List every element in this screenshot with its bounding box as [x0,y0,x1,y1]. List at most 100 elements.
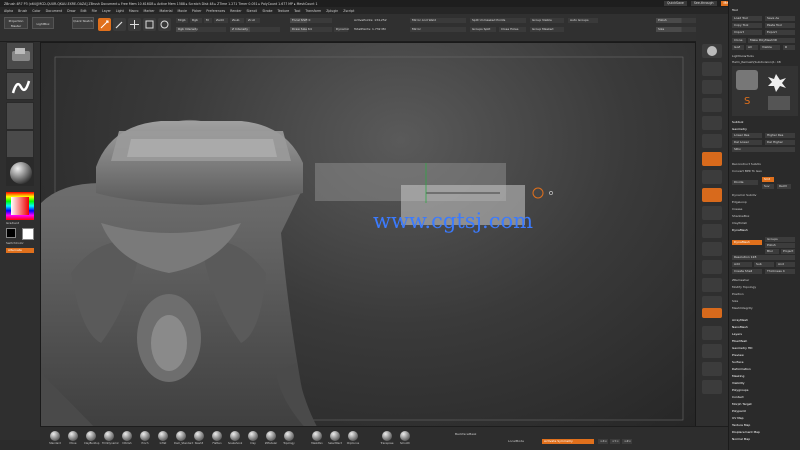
menu-texture[interactable]: Texture [277,9,289,13]
zremesher-section[interactable]: ZRemesher [732,278,798,283]
export-button[interactable]: Export [765,30,795,35]
primary-color-swatch[interactable] [22,228,34,240]
lower-res-button[interactable]: Lower Res [732,133,762,138]
alpha-selector[interactable] [6,102,34,130]
mirror-weld-button[interactable]: Mirror And Weld [410,18,466,23]
blur-slider[interactable]: Blur [765,249,779,254]
convert-bpr-button[interactable]: Convert BPR To Geo [732,169,798,174]
menu-brush[interactable]: Brush [18,9,27,13]
zsub-button[interactable]: Zsub [230,18,244,23]
resolution-slider[interactable]: Resolution 128 [732,255,795,260]
symmetry-z-toggle[interactable]: >Z< [622,439,632,444]
paste-tool-button[interactable]: Paste Tool [765,23,795,28]
reconstruct-subdiv-button[interactable]: Reconstruct Subdiv [732,162,798,167]
deformation-section[interactable]: Deformation [732,367,798,372]
divide-button[interactable]: Divide [732,180,758,185]
del-lower-button[interactable]: Del Lower [732,140,762,145]
split-unmasked-button[interactable]: Split Unmasked Points [470,18,526,23]
menu-alpha[interactable]: Alpha [4,9,13,13]
zadd-button[interactable]: Zadd [214,18,228,23]
move-mode-button[interactable] [128,18,141,31]
dynamesh-button[interactable]: DynaMesh [732,240,762,245]
close-holes-button[interactable]: Close Holes [499,27,526,32]
suv-toggle[interactable]: Suv [762,184,774,189]
tool-clipcurve[interactable]: ClipCurve [346,431,360,445]
ghost-button[interactable] [702,344,722,358]
menu-render[interactable]: Render [230,9,241,13]
and-button[interactable]: And [776,262,795,267]
brush-inflat[interactable]: Inflat [156,431,170,445]
menu-stencil[interactable]: Stencil [247,9,258,13]
menu-edit[interactable]: Edit [80,9,86,13]
move-view-button[interactable] [702,260,722,274]
thickness-slider[interactable]: Thickness 4 [765,269,795,274]
brush-pinch[interactable]: Pinch [138,431,152,445]
zoom-button[interactable] [702,98,722,112]
menu-material[interactable]: Material [160,9,173,13]
menu-zplugin[interactable]: Zplugin [326,9,338,13]
edgeloop-section[interactable]: EdgeLoop [732,200,798,205]
see-through-slider[interactable]: See-through [690,1,717,6]
focal-shift-slider[interactable]: Focal Shift 0 [290,18,332,23]
stroke-selector[interactable] [6,72,34,100]
edit-mode-button[interactable] [98,18,111,31]
brush-topology[interactable]: Topology [282,431,296,445]
modify-topology-section[interactable]: Modify Topology [732,285,798,290]
bpr-button[interactable] [702,44,722,58]
scale-view-button[interactable] [702,278,722,292]
polypaint-section[interactable]: Polypaint [732,409,798,414]
reuv-toggle[interactable]: ReUV [777,184,791,189]
lsym-button[interactable] [702,206,722,220]
group-masked-button[interactable]: Group Masked [530,27,564,32]
morph-target-section[interactable]: Morph Target [732,402,798,407]
polish-toggle[interactable]: Polish [765,243,795,248]
masking-section[interactable]: Masking [732,374,798,379]
lightbox-button[interactable]: LightBox [32,17,54,29]
brush-claybuildup[interactable]: ClayBuildup [84,431,99,445]
transp-button[interactable] [702,326,722,340]
auto-groups-button[interactable]: Auto Groups [568,18,598,23]
surface-section[interactable]: Surface [732,360,798,365]
add-button[interactable]: Add [732,262,752,267]
floor-button[interactable] [702,170,722,184]
quicksave-button[interactable]: QuickSave [664,1,687,6]
mirror-button[interactable]: Mirror [410,27,466,32]
contact-section[interactable]: Contact [732,395,798,400]
tool-selectrect[interactable]: SelectRect [328,431,342,445]
z-intensity-slider[interactable]: Z Intensity [230,27,280,32]
save-as-button[interactable]: Save As [765,16,795,21]
transpose-end-circle[interactable] [532,187,544,199]
brush-dam-standard[interactable]: Dam_Standard [174,431,193,445]
quick-sketch-button[interactable]: Quick Sketch [72,17,94,29]
draw-mode-button[interactable] [113,18,126,31]
fibermesh-section[interactable]: FiberMesh [732,339,798,344]
size-section[interactable]: Size [732,299,798,304]
xyz-button[interactable] [702,224,722,238]
switch-color-button[interactable]: SwitchColor [6,241,36,246]
visibility-section[interactable]: Visibility [732,381,798,386]
mrgb-button[interactable]: Mrgb [176,18,188,23]
groups-toggle[interactable]: Groups [765,237,795,242]
draw-size-slider[interactable]: Draw Size 64 [290,27,332,32]
brush-snakehook[interactable]: Snakehook [228,431,242,445]
menu-color[interactable]: Color [32,9,40,13]
symmetry-x-toggle[interactable]: >X< [598,439,608,444]
displacement-map-section[interactable]: Displacement Map [732,430,798,435]
goz-button[interactable]: GoZ [732,45,744,50]
geometry-hd-section[interactable]: Geometry HD [732,346,798,351]
menu-document[interactable]: Document [46,9,63,13]
brush-flatten[interactable]: Flatten [210,431,224,445]
activate-symmetry-button[interactable]: Activate Symmetry [542,439,594,444]
claypolish-section[interactable]: ClayPolish [732,221,798,226]
menu-layer[interactable]: Layer [102,9,111,13]
scroll-button[interactable] [702,80,722,94]
position-section[interactable]: Position [732,292,798,297]
material-selector[interactable] [6,158,34,186]
menu-picker[interactable]: Picker [192,9,202,13]
lightbox-tools-button[interactable]: Lightbox▸Tools [732,54,798,59]
symmetry-y-toggle[interactable]: >Y< [610,439,620,444]
load-tool-button[interactable]: Load Tool [732,16,762,21]
scale-mode-button[interactable] [143,18,156,31]
all-button[interactable]: All [746,45,758,50]
menu-preferences[interactable]: Preferences [206,9,225,13]
